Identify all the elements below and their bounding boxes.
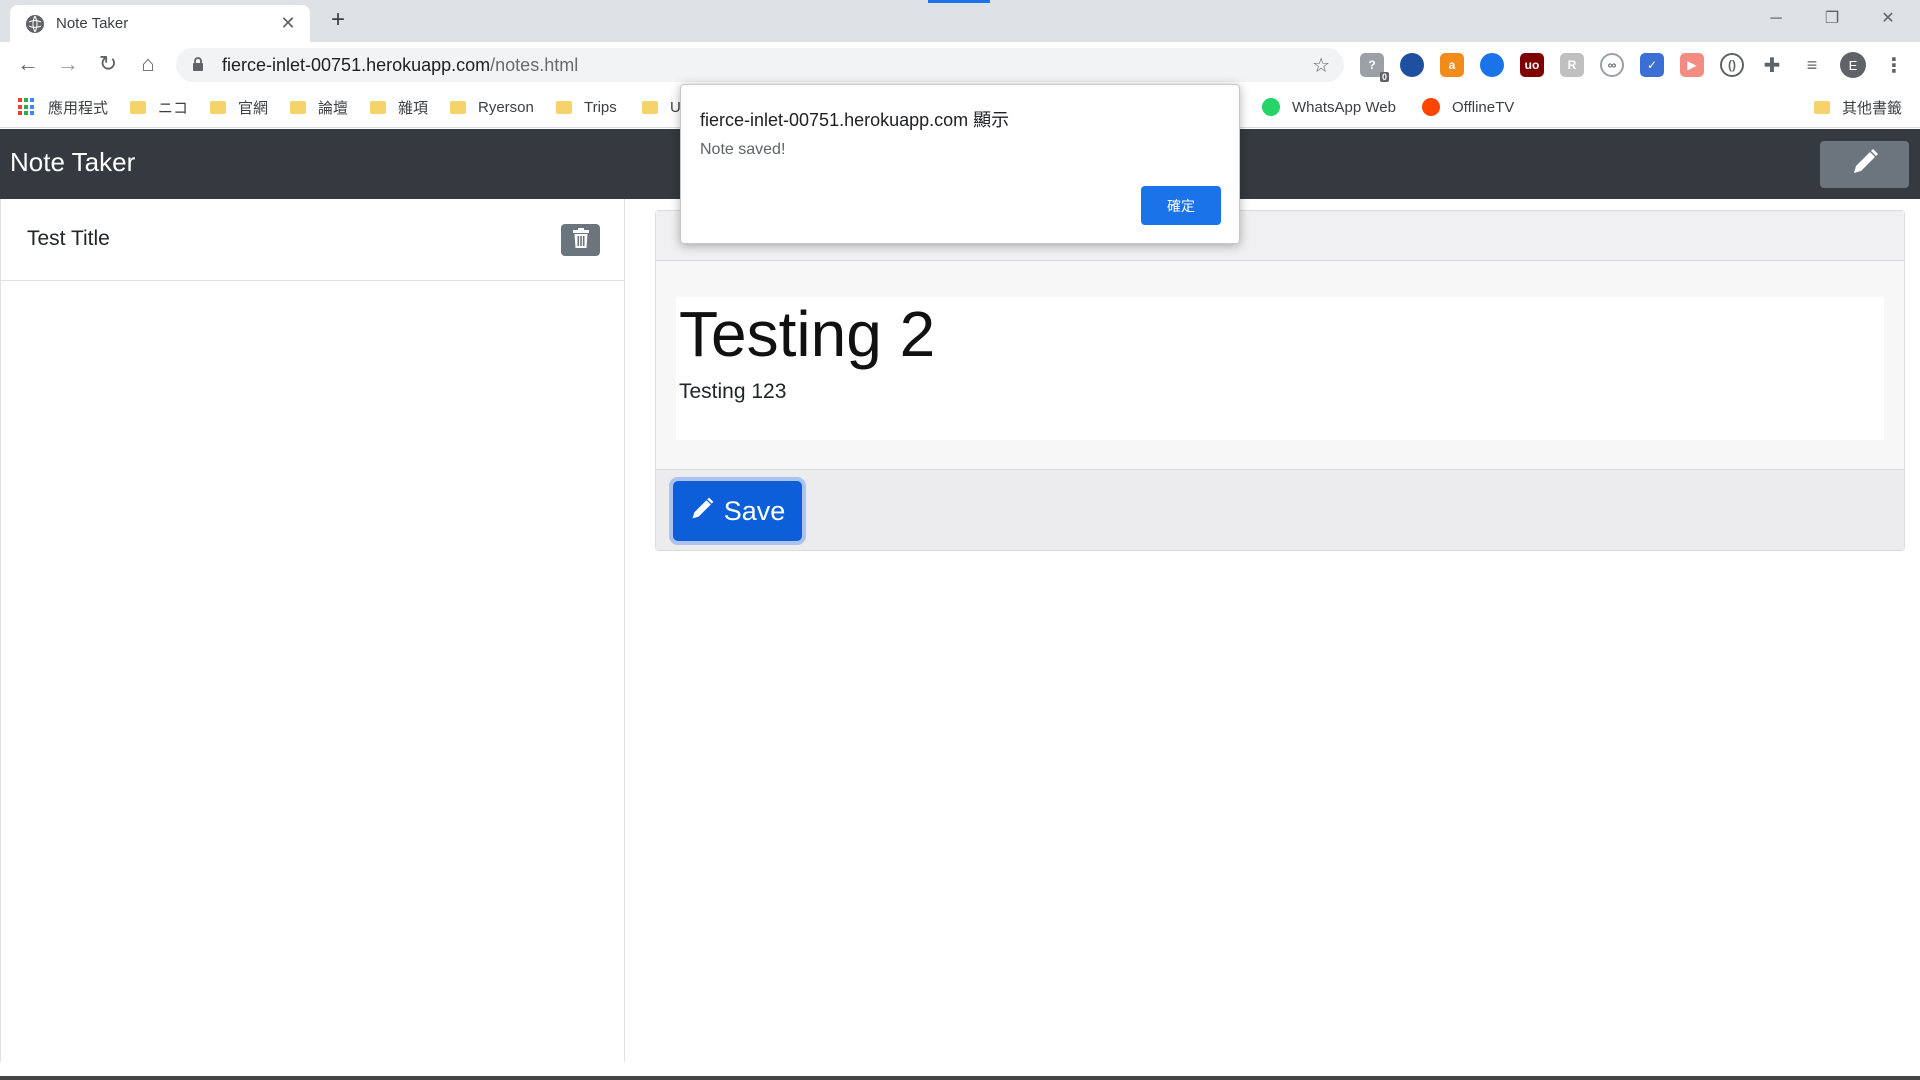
bookmark-folder[interactable]: Trips (556, 94, 617, 120)
browser-toolbar: ← → ↻ ⌂ fierce-inlet-00751.herokuapp.com… (0, 42, 1920, 86)
extension-bag-icon[interactable]: a (1440, 53, 1464, 77)
back-button[interactable]: ← (12, 48, 44, 80)
pencil-icon (1850, 147, 1880, 182)
extension-badge: 0 (1379, 72, 1389, 82)
folder-icon (556, 100, 572, 114)
new-note-button[interactable] (1820, 141, 1909, 188)
reload-button[interactable]: ↻ (92, 48, 124, 80)
bookmark-label: 雜項 (398, 99, 429, 117)
app-brand[interactable]: Note Taker (10, 147, 135, 178)
profile-avatar[interactable]: E (1840, 52, 1866, 78)
bookmark-label: 官網 (238, 99, 269, 117)
bookmark-star-icon[interactable]: ☆ (1312, 53, 1330, 78)
tab-strip: Note Taker ✕ + ─ ❐ ✕ (0, 0, 1920, 42)
bookmark-reddit[interactable]: OfflineTV (1422, 94, 1514, 120)
notes-sidebar: Test Title (0, 199, 625, 1062)
bookmark-whatsapp[interactable]: WhatsApp Web (1262, 94, 1396, 120)
home-button[interactable]: ⌂ (132, 48, 164, 80)
folder-icon (210, 100, 226, 114)
bookmark-folder[interactable]: ニコ (130, 94, 188, 120)
tab-indicator (928, 0, 990, 3)
delete-note-button[interactable] (561, 224, 600, 256)
bookmark-label: WhatsApp Web (1292, 98, 1396, 116)
url-path: /notes.html (490, 54, 579, 75)
whatsapp-icon (1262, 98, 1280, 116)
folder-icon (642, 100, 658, 114)
pencil-icon (690, 495, 716, 528)
extension-earth-icon[interactable] (1480, 53, 1504, 77)
bookmark-label: 應用程式 (48, 99, 109, 117)
bookmark-label: ニコ (158, 99, 189, 117)
note-title-input[interactable]: Testing 2 (679, 297, 935, 371)
alert-dialog: fierce-inlet-00751.herokuapp.com 顯示 Note… (680, 84, 1240, 244)
browser-tab[interactable]: Note Taker ✕ (10, 5, 310, 42)
extensions-puzzle-icon[interactable]: ✚ (1760, 53, 1784, 77)
note-list-item[interactable]: Test Title (1, 199, 625, 281)
media-control-icon[interactable]: ≡ (1800, 53, 1824, 77)
extensions-bar: ? 0 a uo R ∞ ✓ ▶ () ✚ ≡ E ⋮ (1360, 52, 1906, 82)
bookmark-folder[interactable]: 雜項 (370, 94, 428, 120)
folder-icon (1814, 100, 1830, 114)
extension-circle-icon[interactable]: () (1720, 53, 1744, 77)
folder-icon (450, 100, 466, 114)
trash-icon (572, 227, 590, 253)
restore-window-button[interactable]: ❐ (1804, 0, 1860, 38)
save-note-button[interactable]: Save (673, 481, 802, 541)
minimize-window-button[interactable]: ─ (1748, 0, 1804, 38)
note-content-area[interactable]: Testing 2 Testing 123 (676, 297, 1884, 440)
dialog-ok-button[interactable]: 確定 (1141, 186, 1221, 225)
bookmark-folder[interactable]: 論壇 (290, 94, 348, 120)
ublock-shield-icon[interactable]: uo (1520, 53, 1544, 77)
close-tab-icon[interactable]: ✕ (278, 13, 298, 34)
close-window-button[interactable]: ✕ (1860, 0, 1916, 38)
bookmark-label: 其他書籤 (1842, 99, 1903, 117)
dialog-title: fierce-inlet-00751.herokuapp.com 顯示 (700, 110, 1010, 130)
extension-link-icon[interactable]: ∞ (1600, 53, 1624, 77)
editor-card-footer: Save (656, 469, 1904, 550)
lock-icon (192, 56, 210, 74)
url-host: fierce-inlet-00751.herokuapp.com (222, 54, 491, 75)
dialog-message: Note saved! (700, 141, 786, 158)
bookmark-folder[interactable]: U (642, 94, 681, 120)
bookmark-folder[interactable]: 官網 (210, 94, 268, 120)
extension-globe-icon[interactable] (1400, 53, 1424, 77)
folder-icon (130, 100, 146, 114)
bookmark-label: Ryerson (478, 98, 534, 116)
extension-question-icon[interactable]: ? 0 (1360, 53, 1389, 82)
extension-shield-icon[interactable]: ✓ (1640, 53, 1664, 77)
tab-title: Note Taker (56, 15, 129, 32)
note-editor-card: Testing 2 Testing 123 Save (655, 210, 1905, 551)
folder-icon (370, 100, 386, 114)
browser-menu-icon[interactable]: ⋮ (1882, 53, 1906, 77)
new-tab-button[interactable]: + (324, 6, 352, 34)
extension-pink-icon[interactable]: ▶ (1680, 53, 1704, 77)
note-list-item-title: Test Title (27, 227, 110, 250)
bookmark-apps[interactable]: 應用程式 (18, 94, 108, 120)
bookmark-label: OfflineTV (1452, 98, 1515, 116)
note-text-area[interactable]: Testing 123 (679, 380, 786, 404)
bookmark-folder[interactable]: Ryerson (450, 94, 534, 120)
reddit-icon (1422, 98, 1440, 116)
address-bar[interactable]: fierce-inlet-00751.herokuapp.com /notes.… (176, 48, 1344, 82)
bookmark-label: Trips (584, 98, 617, 116)
bookmark-other-folder[interactable]: 其他書籤 (1814, 94, 1902, 120)
folder-icon (290, 100, 306, 114)
taskbar-edge (0, 1076, 1920, 1080)
apps-grid-icon (18, 98, 36, 116)
extension-grey-icon[interactable]: R (1560, 53, 1584, 77)
forward-button[interactable]: → (52, 48, 84, 80)
globe-icon (26, 14, 44, 33)
save-button-label: Save (723, 495, 786, 526)
bookmark-label: 論壇 (318, 99, 349, 117)
